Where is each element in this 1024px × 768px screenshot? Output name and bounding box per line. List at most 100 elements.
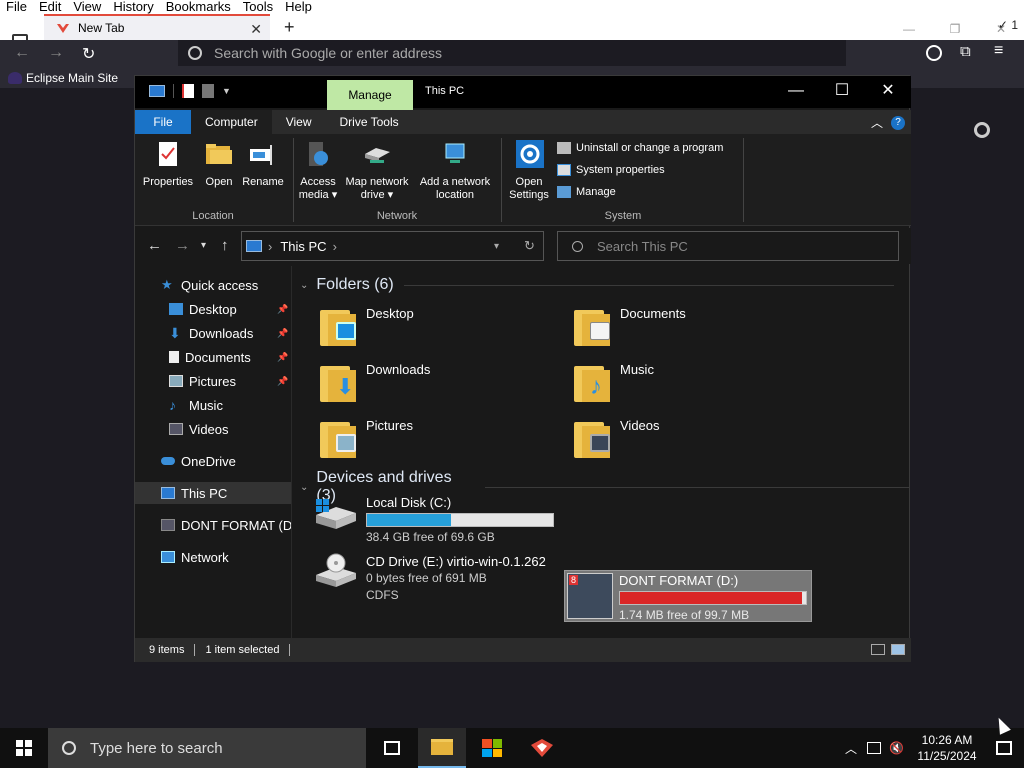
section-rule [485, 486, 909, 488]
menu-view[interactable]: View [67, 0, 107, 14]
collapse-ribbon-icon[interactable]: ︿ [871, 114, 883, 131]
tab-close-icon[interactable]: ✕ [250, 21, 262, 38]
nav-desktop[interactable]: Desktop 📌 [135, 298, 291, 320]
system-properties-button[interactable]: System properties [557, 164, 665, 176]
pin-icon[interactable]: 📌 [277, 304, 288, 315]
recent-locations-chevron-icon[interactable]: ▾ [201, 240, 206, 251]
nav-pictures[interactable]: Pictures 📌 [135, 370, 291, 392]
folder-pictures[interactable]: Pictures [320, 418, 413, 458]
refresh-icon[interactable]: ↻ [524, 238, 535, 254]
folder-label: Documents [620, 306, 686, 321]
address-bar[interactable]: › This PC › ▾ ↻ [241, 231, 544, 261]
explorer-minimize-icon[interactable]: — [773, 76, 819, 108]
explorer-close-icon[interactable]: ✕ [865, 76, 911, 108]
new-tab-button[interactable]: + [284, 14, 295, 40]
nav-onedrive[interactable]: OneDrive [135, 450, 291, 472]
menu-hamburger-icon[interactable]: ≡ [994, 42, 1003, 60]
forward-arrow-icon[interactable]: → [48, 44, 64, 62]
back-arrow-icon[interactable]: ← [14, 44, 30, 62]
large-icons-view-icon[interactable] [891, 644, 905, 655]
nav-network[interactable]: Network [135, 546, 291, 568]
clock[interactable]: 10:26 AM 11/25/2024 [910, 732, 984, 764]
status-bar: 9 items 1 item selected [135, 638, 911, 662]
view-toggle [871, 644, 905, 655]
menu-help[interactable]: Help [279, 0, 318, 14]
folder-videos[interactable]: Videos [574, 418, 660, 458]
drive-d-thumbnail-icon [161, 519, 175, 531]
folders-section-header[interactable]: ⌄ Folders (6) [300, 276, 894, 294]
bookmark-eclipse[interactable]: Eclipse Main Site [8, 71, 118, 85]
folder-downloads[interactable]: ⬇ Downloads [320, 362, 430, 402]
manage-context-tab[interactable]: Manage [327, 80, 413, 110]
nav-dont-format-drive[interactable]: DONT FORMAT (D [135, 514, 291, 536]
menu-bookmarks[interactable]: Bookmarks [160, 0, 237, 14]
taskbar-firefox[interactable] [518, 728, 566, 768]
nav-documents[interactable]: Documents 📌 [135, 346, 291, 368]
nav-downloads[interactable]: ⬇ Downloads 📌 [135, 322, 291, 344]
drive-c[interactable]: Local Disk (C:) 38.4 GB free of 69.6 GB [314, 495, 554, 544]
details-view-icon[interactable] [871, 644, 885, 655]
taskbar-store[interactable] [468, 728, 516, 768]
menu-history[interactable]: History [107, 0, 159, 14]
properties-qat-icon[interactable] [182, 84, 194, 98]
map-drive-label-2: drive ▾ [360, 189, 394, 201]
taskbar-file-explorer[interactable] [418, 728, 466, 768]
folder-desktop[interactable]: Desktop [320, 306, 414, 346]
taskbar-search-box[interactable]: Type here to search [48, 728, 366, 768]
menu-file[interactable]: File [0, 0, 33, 14]
map-network-drive-button[interactable]: Map network drive ▾ [341, 140, 413, 202]
tab-view[interactable]: View [272, 110, 326, 134]
drive-d[interactable]: 8 DONT FORMAT (D:) 1.74 MB free of 99.7 … [564, 570, 812, 622]
pin-icon[interactable]: 📌 [277, 328, 288, 339]
drive-e[interactable]: CD Drive (E:) virtio-win-0.1.262 0 bytes… [314, 553, 546, 604]
properties-button[interactable]: Properties [141, 140, 195, 189]
manage-button[interactable]: Manage [557, 186, 616, 198]
sync-count[interactable]: ✓ 1 [998, 18, 1018, 32]
volume-muted-icon[interactable]: 🔇 [889, 741, 904, 755]
tab-computer[interactable]: Computer [191, 110, 272, 134]
extensions-icon[interactable]: ⧉ [960, 43, 971, 60]
back-icon[interactable]: ← [147, 237, 162, 254]
explorer-search-box[interactable]: Search This PC [557, 231, 899, 261]
network-tray-icon[interactable] [867, 742, 882, 754]
qat-dropdown-icon[interactable]: ▼ [222, 86, 231, 96]
notifications-button[interactable] [984, 728, 1024, 768]
newtab-settings-gear-icon[interactable] [974, 122, 990, 138]
explorer-maximize-icon[interactable]: ☐ [819, 76, 865, 108]
tab-drive-tools[interactable]: Drive Tools [325, 110, 412, 134]
nav-this-pc[interactable]: This PC [135, 482, 291, 504]
tray-overflow-chevron-icon[interactable]: ︿ [845, 740, 857, 757]
help-icon[interactable]: ? [891, 115, 905, 130]
add-location-label-1: Add a network [419, 176, 491, 188]
tab-file[interactable]: File [135, 110, 191, 134]
nav-music[interactable]: ♪ Music [135, 394, 291, 416]
rename-button[interactable]: Rename [239, 140, 287, 189]
account-icon[interactable] [926, 45, 942, 61]
windows-start-icon[interactable] [16, 740, 32, 756]
add-network-location-button[interactable]: Add a network location [415, 140, 495, 202]
open-settings-button[interactable]: Open Settings [505, 140, 553, 202]
access-media-button[interactable]: Access media ▾ [295, 140, 341, 202]
menu-edit[interactable]: Edit [33, 0, 67, 14]
pin-icon[interactable]: 📌 [277, 352, 288, 363]
address-dropdown-icon[interactable]: ▾ [494, 241, 499, 252]
reload-icon[interactable]: ↻ [82, 44, 95, 64]
restore-icon[interactable]: ❐ [932, 22, 978, 36]
forward-icon[interactable]: → [175, 237, 190, 254]
settings-gear-icon [516, 140, 544, 168]
folder-documents[interactable]: Documents [574, 306, 686, 346]
up-arrow-icon[interactable]: ↑ [221, 237, 229, 254]
pin-icon[interactable]: 📌 [277, 376, 288, 387]
uninstall-program-button[interactable]: Uninstall or change a program [557, 142, 723, 154]
nav-videos[interactable]: Videos [135, 418, 291, 440]
open-button[interactable]: Open [199, 140, 239, 189]
nav-label: DONT FORMAT (D [181, 517, 291, 533]
task-view-button[interactable] [368, 728, 416, 768]
url-bar[interactable]: Search with Google or enter address [178, 40, 846, 66]
new-folder-qat-icon[interactable] [202, 84, 214, 98]
nav-quick-access[interactable]: ★ Quick access [135, 274, 291, 296]
menu-tools[interactable]: Tools [237, 0, 279, 14]
minimize-icon[interactable]: — [886, 22, 932, 36]
tab-new-tab[interactable]: New Tab ✕ [44, 14, 270, 40]
folder-music[interactable]: ♪ Music [574, 362, 654, 402]
